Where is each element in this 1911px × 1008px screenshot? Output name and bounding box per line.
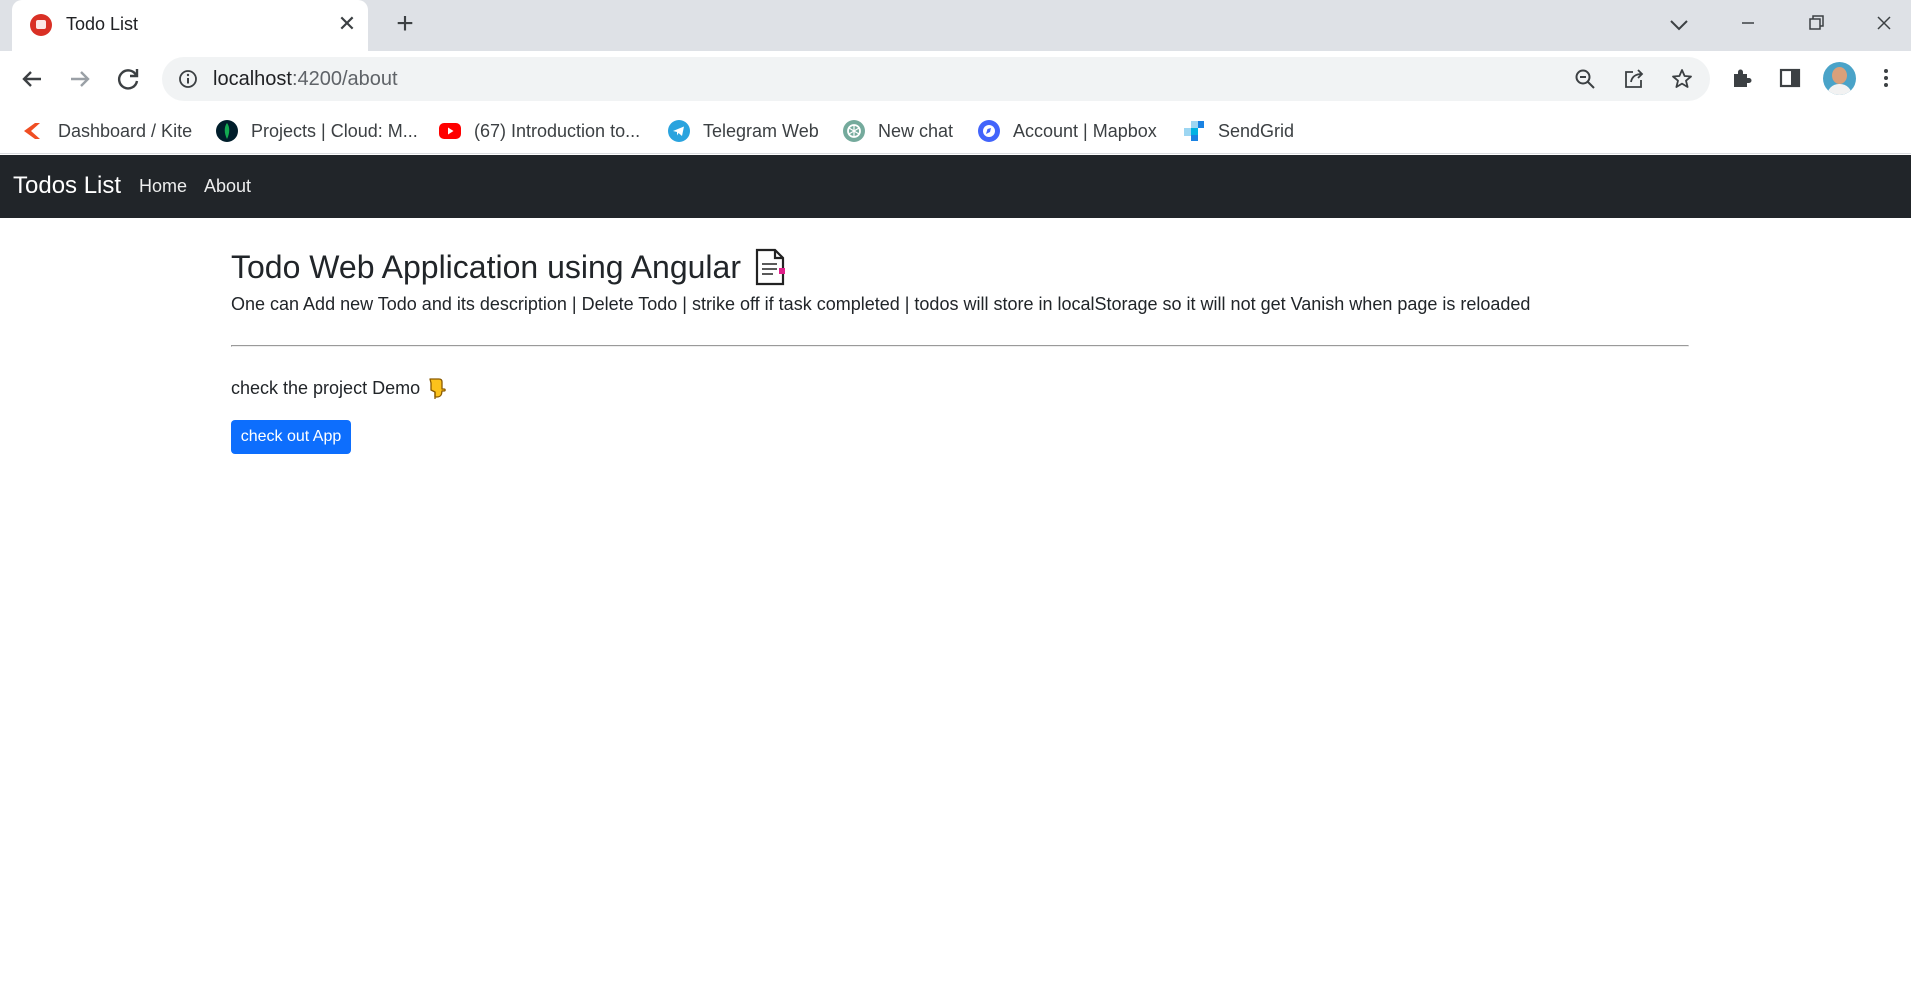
page-description: One can Add new Todo and its description… — [231, 294, 1531, 314]
check-out-app-button[interactable]: check out App — [231, 420, 351, 454]
nav-link-about[interactable]: About — [204, 176, 251, 197]
document-icon — [755, 248, 785, 286]
url-text[interactable]: localhost:4200/about — [213, 68, 398, 91]
browser-tab[interactable]: Todo List ✕ — [12, 0, 368, 51]
bookmark-sendgrid[interactable]: SendGrid — [1182, 114, 1294, 148]
bookmark-mapbox[interactable]: Account | Mapbox — [977, 114, 1157, 148]
demo-text: check the project Demo — [231, 376, 448, 400]
minimize-icon[interactable] — [1728, 6, 1768, 40]
app-navbar: Todos List Home About — [0, 155, 1911, 218]
url-path: :4200/about — [291, 68, 398, 90]
navbar-brand[interactable]: Todos List — [13, 172, 121, 200]
bookmark-label: Telegram Web — [703, 120, 819, 141]
bookmark-label: SendGrid — [1218, 120, 1295, 141]
bookmark-dashboard-kite[interactable]: Dashboard / Kite — [22, 114, 192, 148]
tab-search-icon[interactable] — [1664, 10, 1694, 40]
restore-icon[interactable] — [1796, 6, 1836, 40]
bookmark-label: Projects | Cloud: M... — [251, 120, 418, 141]
bookmark-label: Dashboard / Kite — [58, 120, 193, 141]
bookmark-star-icon[interactable] — [1670, 67, 1694, 91]
nav-link-home[interactable]: Home — [139, 176, 187, 197]
kite-icon — [24, 123, 40, 139]
browser-tab-strip: Todo List ✕ + — [0, 0, 1911, 51]
forward-arrow-icon[interactable] — [64, 63, 96, 95]
bookmark-telegram[interactable]: Telegram Web — [667, 114, 819, 148]
bookmark-youtube[interactable]: (67) Introduction to... — [438, 114, 640, 148]
youtube-icon — [439, 123, 461, 139]
bookmark-new-chat[interactable]: New chat — [842, 114, 953, 148]
openai-icon — [843, 120, 865, 142]
divider — [231, 345, 1689, 347]
pointing-down-hand-icon — [429, 378, 446, 399]
zoom-out-icon[interactable] — [1573, 67, 1597, 91]
page-title: Todo Web Application using Angular — [231, 248, 787, 286]
url-host: localhost — [213, 68, 292, 90]
back-arrow-icon[interactable] — [16, 63, 48, 95]
window-close-icon[interactable] — [1864, 6, 1904, 40]
profile-avatar[interactable] — [1823, 62, 1856, 95]
address-bar[interactable]: localhost:4200/about — [162, 57, 1710, 101]
bookmark-projects-cloud[interactable]: Projects | Cloud: M... — [215, 114, 418, 148]
side-panel-icon[interactable] — [1776, 64, 1804, 92]
new-tab-button[interactable]: + — [390, 9, 420, 40]
bookmarks-bar: Dashboard / Kite Projects | Cloud: M... … — [0, 108, 1911, 154]
browser-toolbar: localhost:4200/about — [0, 51, 1911, 108]
bookmark-label: New chat — [878, 120, 954, 141]
mongodb-icon — [216, 120, 238, 142]
reload-icon[interactable] — [112, 63, 144, 95]
site-info-icon[interactable] — [178, 69, 198, 89]
browser-menu-icon[interactable] — [1872, 64, 1900, 92]
mapbox-icon — [978, 120, 1000, 142]
bookmark-label: (67) Introduction to... — [474, 120, 641, 141]
extensions-puzzle-icon[interactable] — [1728, 64, 1756, 92]
demo-text-label: check the project Demo — [231, 377, 421, 398]
share-icon[interactable] — [1622, 67, 1646, 91]
telegram-icon — [668, 120, 690, 142]
tab-title: Todo List — [66, 14, 139, 34]
tab-close-icon[interactable]: ✕ — [334, 11, 360, 37]
page-title-text: Todo Web Application using Angular — [231, 248, 741, 285]
bookmark-label: Account | Mapbox — [1013, 120, 1157, 141]
sendgrid-icon — [1184, 121, 1204, 141]
todo-favicon-icon — [30, 14, 52, 36]
